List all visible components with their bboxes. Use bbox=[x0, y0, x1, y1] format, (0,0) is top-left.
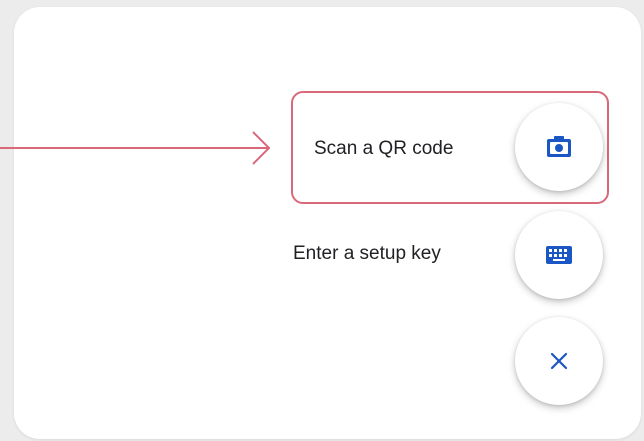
enter-setup-key-button[interactable] bbox=[515, 211, 603, 299]
camera-icon bbox=[546, 136, 572, 158]
close-menu-button[interactable] bbox=[515, 317, 603, 405]
enter-setup-key-label[interactable]: Enter a setup key bbox=[293, 243, 441, 265]
scan-qr-code-button[interactable] bbox=[515, 103, 603, 191]
scan-qr-code-label[interactable]: Scan a QR code bbox=[314, 138, 453, 160]
keyboard-icon bbox=[545, 245, 573, 265]
callout-arrow bbox=[0, 131, 271, 165]
close-icon bbox=[550, 352, 568, 370]
screenshot-stage: Scan a QR code Enter a setup key bbox=[0, 0, 644, 441]
